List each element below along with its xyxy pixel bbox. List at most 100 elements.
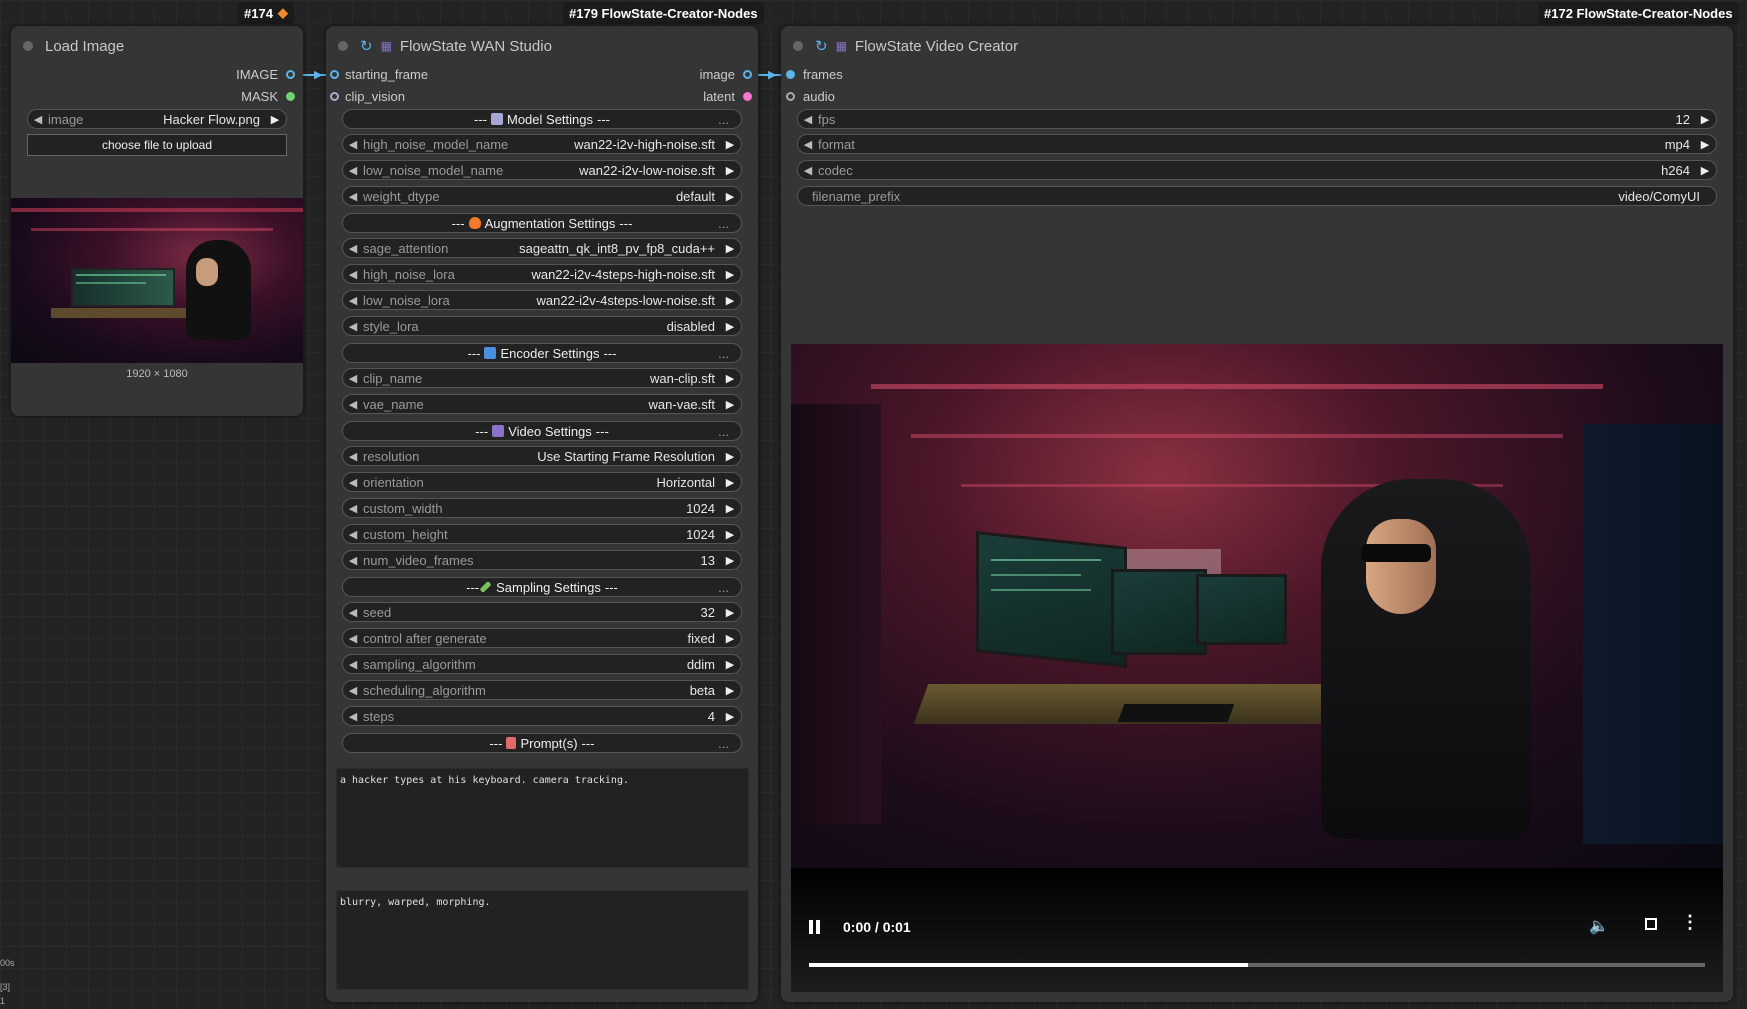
arrow-left-icon[interactable]: ◀ <box>798 164 818 177</box>
widget-custom-height[interactable]: ◀ custom_height 1024 ▶ <box>342 524 742 544</box>
more-icon[interactable]: ... <box>718 424 729 439</box>
arrow-right-icon[interactable]: ▶ <box>719 164 741 177</box>
arrow-left-icon[interactable]: ◀ <box>343 450 363 463</box>
collapse-dot[interactable] <box>793 41 803 51</box>
widget-sampling-algorithm[interactable]: ◀ sampling_algorithm ddim ▶ <box>342 654 742 674</box>
node-title-bar[interactable]: ↻ ▦ FlowState Video Creator <box>781 26 1733 66</box>
arrow-right-icon[interactable]: ▶ <box>719 684 741 697</box>
video-player[interactable]: 0:00 / 0:01 🔈 ⋮ <box>791 344 1723 992</box>
arrow-left-icon[interactable]: ◀ <box>343 710 363 723</box>
arrow-left-icon[interactable]: ◀ <box>343 554 363 567</box>
arrow-right-icon[interactable]: ▶ <box>719 710 741 723</box>
socket-dot[interactable] <box>743 91 752 101</box>
widget-high-noise-lora[interactable]: ◀ high_noise_lora wan22-i2v-4steps-high-no… <box>342 264 742 284</box>
arrow-right-icon[interactable]: ▶ <box>1694 113 1716 126</box>
arrow-right-icon[interactable]: ▶ <box>719 554 741 567</box>
fullscreen-icon[interactable] <box>1645 918 1657 930</box>
widget-seed[interactable]: ◀ seed 32 ▶ <box>342 602 742 622</box>
upload-button[interactable]: choose file to upload <box>27 134 287 156</box>
load-image-node[interactable]: Load Image IMAGE MASK ◀ image Hacker Flo… <box>11 26 303 416</box>
arrow-right-icon[interactable]: ▶ <box>719 190 741 203</box>
arrow-right-icon[interactable]: ▶ <box>719 658 741 671</box>
socket-dot[interactable] <box>786 91 795 101</box>
widget-clip-name[interactable]: ◀ clip_name wan-clip.sft ▶ <box>342 368 742 388</box>
node-title-bar[interactable]: Load Image <box>11 26 303 66</box>
input-frames[interactable]: frames <box>786 66 843 82</box>
arrow-right-icon[interactable]: ▶ <box>719 450 741 463</box>
arrow-left-icon[interactable]: ◀ <box>28 113 48 126</box>
arrow-left-icon[interactable]: ◀ <box>343 294 363 307</box>
negative-prompt-input[interactable]: blurry, warped, morphing. <box>336 890 749 990</box>
arrow-left-icon[interactable]: ◀ <box>343 684 363 697</box>
widget-fps[interactable]: ◀ fps 12 ▶ <box>797 109 1717 129</box>
widget-steps[interactable]: ◀ steps 4 ▶ <box>342 706 742 726</box>
widget-num-video-frames[interactable]: ◀ num_video_frames 13 ▶ <box>342 550 742 570</box>
arrow-left-icon[interactable]: ◀ <box>343 528 363 541</box>
output-image[interactable]: IMAGE <box>236 66 295 82</box>
arrow-left-icon[interactable]: ◀ <box>798 138 818 151</box>
arrow-left-icon[interactable]: ◀ <box>343 502 363 515</box>
positive-prompt-input[interactable]: a hacker types at his keyboard. camera t… <box>336 768 749 868</box>
arrow-right-icon[interactable]: ▶ <box>719 606 741 619</box>
seek-bar[interactable] <box>809 963 1705 967</box>
widget-vae-name[interactable]: ◀ vae_name wan-vae.sft ▶ <box>342 394 742 414</box>
arrow-left-icon[interactable]: ◀ <box>343 268 363 281</box>
section-model-settings[interactable]: --- Model Settings --- ... <box>342 109 742 129</box>
section-sampling-settings[interactable]: --- Sampling Settings --- ... <box>342 577 742 597</box>
arrow-left-icon[interactable]: ◀ <box>343 632 363 645</box>
arrow-right-icon[interactable]: ▶ <box>1694 138 1716 151</box>
collapse-dot[interactable] <box>23 41 33 51</box>
video-creator-node[interactable]: ↻ ▦ FlowState Video Creator frames audio… <box>781 26 1733 1002</box>
arrow-right-icon[interactable]: ▶ <box>719 372 741 385</box>
section-augmentation-settings[interactable]: --- Augmentation Settings --- ... <box>342 213 742 233</box>
arrow-right-icon[interactable]: ▶ <box>1694 164 1716 177</box>
socket-dot[interactable] <box>330 91 339 101</box>
arrow-left-icon[interactable]: ◀ <box>343 606 363 619</box>
widget-weight-dtype[interactable]: ◀ weight_dtype default ▶ <box>342 186 742 206</box>
arrow-right-icon[interactable]: ▶ <box>719 398 741 411</box>
arrow-right-icon[interactable]: ▶ <box>719 242 741 255</box>
arrow-left-icon[interactable]: ◀ <box>343 658 363 671</box>
socket-dot[interactable] <box>286 69 295 79</box>
section-encoder-settings[interactable]: --- Encoder Settings --- ... <box>342 343 742 363</box>
pause-icon[interactable] <box>809 920 821 934</box>
node-title-bar[interactable]: ↻ ▦ FlowState WAN Studio <box>326 26 758 66</box>
output-mask[interactable]: MASK <box>241 88 295 104</box>
arrow-left-icon[interactable]: ◀ <box>798 113 818 126</box>
widget-format[interactable]: ◀ format mp4 ▶ <box>797 134 1717 154</box>
arrow-left-icon[interactable]: ◀ <box>343 190 363 203</box>
arrow-left-icon[interactable]: ◀ <box>343 476 363 489</box>
collapse-dot[interactable] <box>338 41 348 51</box>
socket-dot[interactable] <box>286 91 295 101</box>
arrow-right-icon[interactable]: ▶ <box>264 113 286 126</box>
more-icon[interactable]: ... <box>718 346 729 361</box>
widget-style-lora[interactable]: ◀ style_lora disabled ▶ <box>342 316 742 336</box>
widget-low-noise-model[interactable]: ◀ low_noise_model_name wan22-i2v-low-noise… <box>342 160 742 180</box>
more-vert-icon[interactable]: ⋮ <box>1681 912 1699 933</box>
widget-orientation[interactable]: ◀ orientation Horizontal ▶ <box>342 472 742 492</box>
arrow-left-icon[interactable]: ◀ <box>343 242 363 255</box>
section-video-settings[interactable]: --- Video Settings --- ... <box>342 421 742 441</box>
more-icon[interactable]: ... <box>718 580 729 595</box>
widget-high-noise-model[interactable]: ◀ high_noise_model_name wan22-i2v-high-noi… <box>342 134 742 154</box>
input-starting-frame[interactable]: starting_frame <box>330 66 428 82</box>
socket-dot[interactable] <box>786 69 795 79</box>
output-image[interactable]: image <box>700 66 752 82</box>
widget-resolution[interactable]: ◀ resolution Use Starting Frame Resolution… <box>342 446 742 466</box>
image-preview[interactable] <box>11 198 303 363</box>
section-prompts[interactable]: --- Prompt(s) --- ... <box>342 733 742 753</box>
volume-icon[interactable]: 🔈 <box>1589 916 1609 936</box>
arrow-left-icon[interactable]: ◀ <box>343 138 363 151</box>
arrow-right-icon[interactable]: ▶ <box>719 528 741 541</box>
widget-low-noise-lora[interactable]: ◀ low_noise_lora wan22-i2v-4steps-low-nois… <box>342 290 742 310</box>
arrow-right-icon[interactable]: ▶ <box>719 476 741 489</box>
arrow-right-icon[interactable]: ▶ <box>719 268 741 281</box>
arrow-right-icon[interactable]: ▶ <box>719 294 741 307</box>
arrow-right-icon[interactable]: ▶ <box>719 502 741 515</box>
arrow-right-icon[interactable]: ▶ <box>719 632 741 645</box>
widget-control-after-generate[interactable]: ◀ control after generate fixed ▶ <box>342 628 742 648</box>
more-icon[interactable]: ... <box>718 736 729 751</box>
arrow-left-icon[interactable]: ◀ <box>343 164 363 177</box>
arrow-left-icon[interactable]: ◀ <box>343 372 363 385</box>
image-select-widget[interactable]: ◀ image Hacker Flow.png ▶ <box>27 109 287 129</box>
